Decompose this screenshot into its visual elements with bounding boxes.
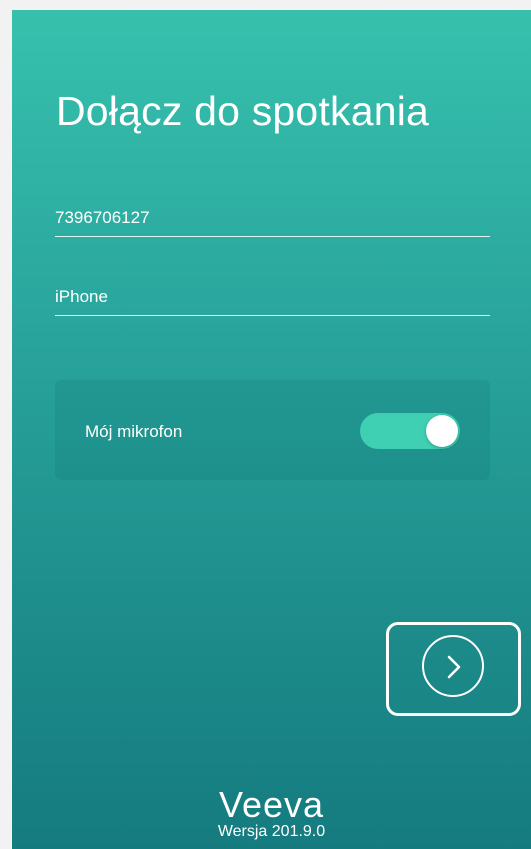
microphone-toggle[interactable] [360, 413, 460, 449]
version-label: Wersja 201.9.0 [217, 823, 326, 840]
page-title: Dołącz do spotkania [56, 88, 430, 134]
meeting-id-value: 7396706127 [55, 208, 150, 227]
next-button[interactable] [422, 635, 484, 697]
meeting-id-field[interactable]: 7396706127 [55, 206, 490, 237]
veeva-logo: Veeva [218, 784, 325, 825]
microphone-label: Mój mikrofon [85, 422, 183, 441]
device-name-field[interactable]: iPhone [55, 285, 490, 316]
join-meeting-screen: Dołącz do spotkania 7396706127 iPhone Mó… [12, 10, 531, 849]
microphone-card: Mój mikrofon [55, 380, 490, 480]
device-name-value: iPhone [55, 287, 108, 306]
chevron-right-icon [447, 655, 461, 679]
app-frame: Dołącz do spotkania 7396706127 iPhone Mó… [0, 0, 531, 849]
toggle-knob [426, 415, 458, 447]
